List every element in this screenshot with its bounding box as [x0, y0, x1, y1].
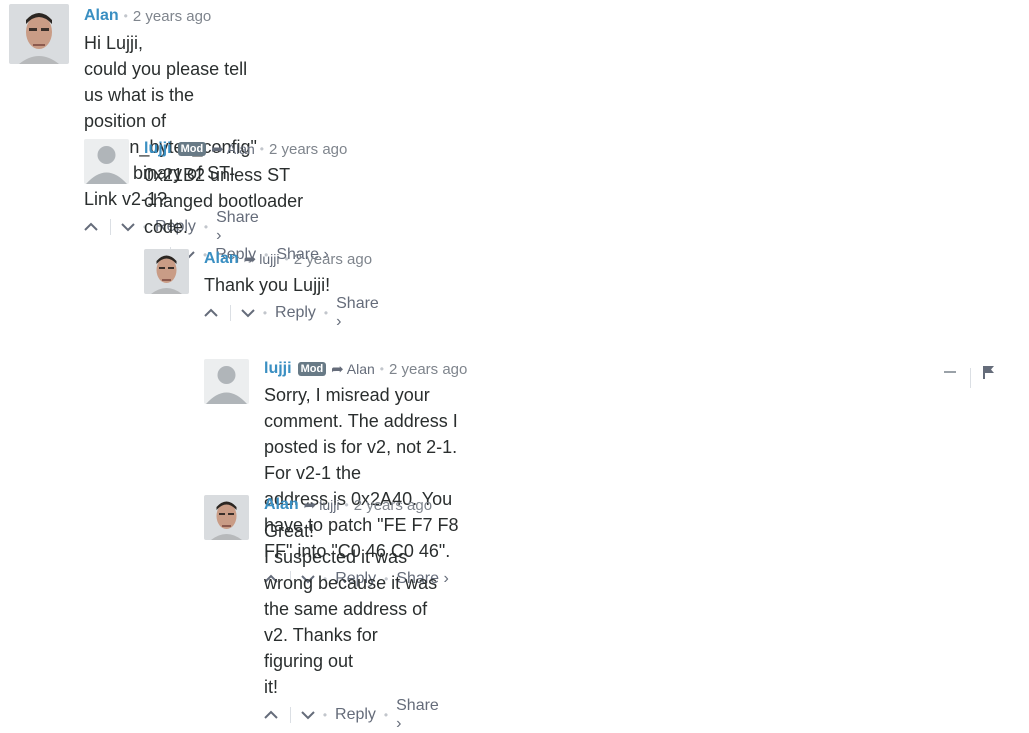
- reply-to[interactable]: ➦ Alan: [331, 360, 375, 378]
- comment-line: I suspected it was wrong because it was …: [264, 547, 438, 671]
- comment-line: Sorry, I misread your comment. The addre…: [264, 385, 458, 483]
- reply-to[interactable]: ➦ Alan: [211, 140, 255, 158]
- comment-text: 0x21B2 unless ST changed bootloader code…: [144, 162, 347, 240]
- reply-to[interactable]: ➦ lujji: [244, 250, 280, 268]
- reply-to-name[interactable]: Alan: [227, 141, 255, 157]
- separator-dot: •: [262, 306, 268, 320]
- reply-arrow-icon: ➦: [211, 141, 224, 158]
- reply-to-name[interactable]: Alan: [347, 361, 375, 377]
- comment-line: Hi Lujji,: [84, 33, 144, 53]
- comment-line: Great!: [264, 521, 315, 541]
- separator-dot: •: [284, 252, 289, 266]
- comment-text: Great! I suspected it was wrong because …: [264, 518, 439, 700]
- vote-divider: [290, 707, 291, 723]
- comment-header: lujji Mod ➦ Alan • 2 years ago: [144, 139, 347, 159]
- chevron-down-icon[interactable]: [301, 708, 315, 722]
- chevron-up-icon[interactable]: [84, 220, 98, 234]
- comment-line: 0x21B2 unless ST changed bootloader code…: [144, 165, 304, 237]
- comment-footer: • Reply • Share ›: [204, 295, 379, 330]
- reply-arrow-icon: ➦: [243, 251, 257, 268]
- author-name[interactable]: lujji: [264, 360, 292, 378]
- reply-to-name[interactable]: lujji: [319, 497, 339, 513]
- minus-icon[interactable]: [944, 365, 956, 379]
- reply-button[interactable]: Reply: [275, 304, 316, 322]
- avatar[interactable]: [204, 495, 249, 540]
- mod-badge: Mod: [297, 362, 327, 376]
- share-button[interactable]: Share ›: [336, 295, 379, 331]
- separator-dot: •: [344, 498, 349, 512]
- tools-divider: [970, 368, 971, 388]
- comment-body: Alan ➦ lujji • 2 years ago Thank you Luj…: [204, 249, 379, 330]
- timestamp[interactable]: 2 years ago: [133, 8, 211, 25]
- separator-dot: •: [259, 142, 264, 156]
- comment-header: Alan ➦ lujji • 2 years ago: [264, 495, 439, 515]
- chevron-up-icon[interactable]: [264, 708, 278, 722]
- chevron-up-icon[interactable]: [204, 306, 218, 320]
- share-button[interactable]: Share ›: [396, 697, 439, 733]
- reply-to[interactable]: ➦ lujji: [304, 496, 340, 514]
- vote-divider: [230, 305, 231, 321]
- separator-dot: •: [323, 306, 329, 320]
- comment-header: Alan ➦ lujji • 2 years ago: [204, 249, 379, 269]
- comment-body: lujji Mod ➦ Alan • 2 years ago 0x21B2 un…: [144, 139, 347, 266]
- comment-tools: [944, 362, 995, 388]
- author-name[interactable]: lujji: [144, 140, 172, 158]
- comment-header: Alan • 2 years ago: [84, 6, 259, 26]
- avatar[interactable]: [144, 249, 189, 294]
- comment-footer: • Reply • Share ›: [264, 697, 439, 732]
- timestamp[interactable]: 2 years ago: [269, 141, 347, 158]
- separator-dot: •: [379, 362, 384, 376]
- comment-body: Alan ➦ lujji • 2 years ago Great! I susp…: [264, 495, 439, 732]
- avatar[interactable]: [84, 139, 129, 184]
- reply-arrow-icon: ➦: [331, 361, 344, 378]
- timestamp[interactable]: 2 years ago: [389, 361, 467, 378]
- comment-header: lujji Mod ➦ Alan • 2 years ago: [264, 359, 467, 379]
- timestamp[interactable]: 2 years ago: [354, 497, 432, 514]
- vote-divider: [110, 219, 111, 235]
- timestamp[interactable]: 2 years ago: [294, 251, 372, 268]
- chevron-down-icon[interactable]: [121, 220, 135, 234]
- separator-dot: •: [383, 708, 389, 722]
- separator-dot: •: [123, 9, 128, 23]
- reply-arrow-icon: ➦: [303, 497, 317, 514]
- reply-button[interactable]: Reply: [335, 706, 376, 724]
- avatar[interactable]: [9, 4, 69, 64]
- reply-to-name[interactable]: lujji: [259, 251, 279, 267]
- author-name[interactable]: Alan: [204, 250, 239, 268]
- flag-icon[interactable]: [983, 365, 995, 379]
- chevron-down-icon[interactable]: [241, 306, 255, 320]
- mod-badge: Mod: [177, 142, 207, 156]
- avatar[interactable]: [204, 359, 249, 404]
- author-name[interactable]: Alan: [264, 496, 299, 514]
- author-name[interactable]: Alan: [84, 7, 119, 25]
- separator-dot: •: [322, 708, 328, 722]
